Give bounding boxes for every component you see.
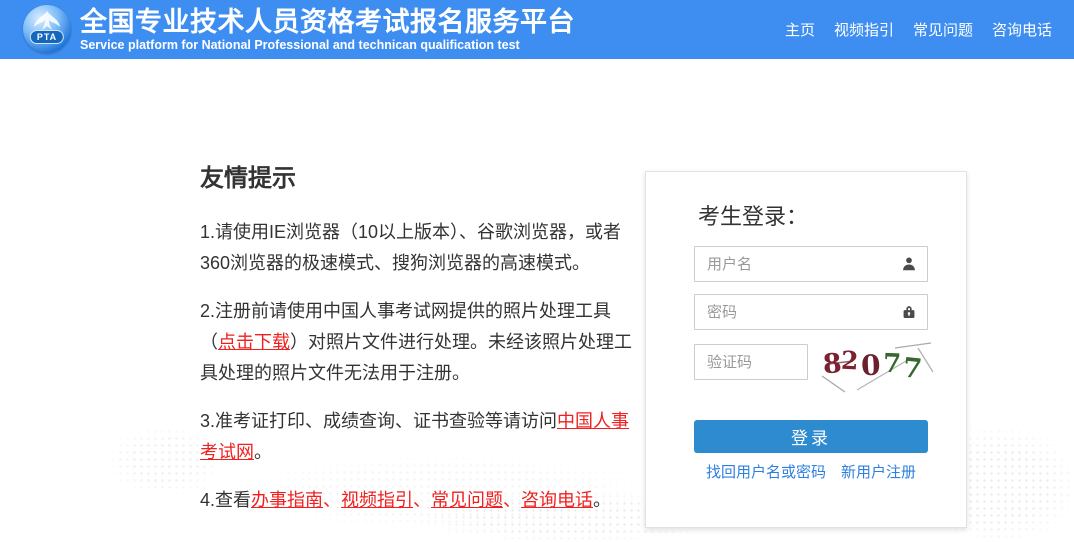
lock-icon (899, 302, 919, 322)
captcha-image[interactable]: 8 2 0 7 7 (819, 338, 936, 394)
page: PTA 全国专业技术人员资格考试报名服务平台 Service platform … (0, 0, 1074, 542)
title-block: 全国专业技术人员资格考试报名服务平台 Service platform for … (80, 7, 575, 52)
tip-4-separator: 、 (413, 490, 431, 510)
forgot-credentials-link[interactable]: 找回用户名或密码 (706, 461, 826, 482)
username-input[interactable] (694, 246, 928, 282)
header-nav: 主页 视频指引 常见问题 咨询电话 (785, 0, 1052, 59)
tip-3-text-post: 。 (254, 442, 272, 462)
login-panel: 考生登录： 8 2 (645, 171, 967, 528)
captcha-input[interactable] (694, 344, 808, 380)
captcha-digit: 7 (882, 349, 901, 380)
captcha-field (694, 344, 808, 380)
captcha-digit: 2 (840, 346, 859, 376)
tip-4-separator: 、 (323, 490, 341, 510)
captcha-digit: 7 (901, 352, 923, 385)
nav-home[interactable]: 主页 (785, 19, 815, 40)
video-guide-link[interactable]: 视频指引 (341, 490, 413, 510)
brand[interactable]: PTA 全国专业技术人员资格考试报名服务平台 Service platform … (23, 5, 575, 53)
new-user-register-link[interactable]: 新用户注册 (841, 461, 916, 482)
tip-1-text: 1.请使用IE浏览器（10以上版本）、谷歌浏览器，或者360浏览器的极速模式、搜… (200, 222, 621, 273)
tip-4: 4.查看办事指南、视频指引、常见问题、咨询电话。 (200, 485, 642, 516)
tip-3-text-pre: 3.准考证打印、成绩查询、证书查验等请访问 (200, 411, 557, 431)
captcha-digit: 0 (860, 349, 881, 383)
photo-tool-download-link[interactable]: 点击下载 (218, 332, 290, 352)
site-title: 全国专业技术人员资格考试报名服务平台 (80, 7, 575, 37)
tip-1: 1.请使用IE浏览器（10以上版本）、谷歌浏览器，或者360浏览器的极速模式、搜… (200, 217, 642, 279)
tip-3: 3.准考证打印、成绩查询、证书查验等请访问中国人事考试网。 (200, 406, 642, 468)
tip-2: 2.注册前请使用中国人事考试网提供的照片处理工具（点击下载）对照片文件进行处理。… (200, 296, 642, 389)
user-icon (899, 254, 919, 274)
tips-section: 友情提示 1.请使用IE浏览器（10以上版本）、谷歌浏览器，或者360浏览器的极… (200, 158, 642, 533)
site-subtitle: Service platform for National Profession… (80, 38, 575, 52)
faq-link[interactable]: 常见问题 (431, 490, 503, 510)
password-field (694, 294, 928, 330)
tips-heading: 友情提示 (200, 158, 642, 193)
tip-4-separator: 、 (503, 490, 521, 510)
nav-faq[interactable]: 常见问题 (913, 19, 973, 40)
header: PTA 全国专业技术人员资格考试报名服务平台 Service platform … (0, 0, 1074, 59)
logo-text: PTA (30, 30, 64, 44)
service-guide-link[interactable]: 办事指南 (251, 490, 323, 510)
login-button[interactable]: 登录 (694, 420, 928, 453)
tip-4-text-post: 。 (593, 490, 611, 510)
nav-phone[interactable]: 咨询电话 (992, 19, 1052, 40)
nav-video-guide[interactable]: 视频指引 (834, 19, 894, 40)
login-heading: 考生登录： (698, 199, 808, 231)
captcha-digit: 8 (822, 348, 843, 380)
pta-logo-icon: PTA (23, 5, 71, 53)
tip-4-text-pre: 4.查看 (200, 490, 251, 510)
phone-link[interactable]: 咨询电话 (521, 490, 593, 510)
username-field (694, 246, 928, 282)
password-input[interactable] (694, 294, 928, 330)
